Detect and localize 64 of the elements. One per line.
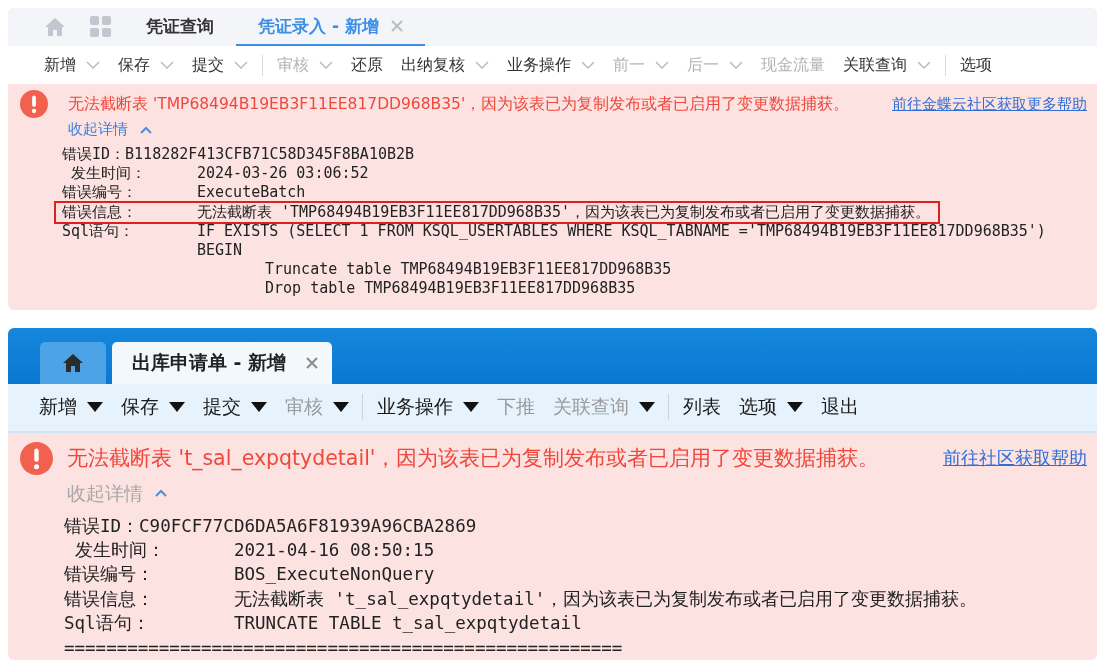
error-id-text: 错误ID：B118282F413CFB71C58D345F8BA10B2B <box>62 145 415 165</box>
toolbar-button[interactable]: 新增 <box>36 54 108 76</box>
detail-value: BOS_ExecuteNonQuery <box>234 563 435 587</box>
chevron-up-icon <box>140 125 152 134</box>
toolbar-button[interactable]: 提交 <box>194 394 276 421</box>
detail-value: TRUNCATE TABLE t_sal_expqtydetail <box>234 612 582 636</box>
toolbar-button[interactable]: 保存 <box>112 394 194 421</box>
detail-value: ExecuteBatch <box>197 183 306 203</box>
detail-label: 错误信息： <box>62 202 138 222</box>
error-id-text: 错误ID：C90FCF77CD6DA5A6F81939A96CBA2869 <box>64 514 477 538</box>
chevron-up-icon <box>155 489 167 498</box>
detail-value: 2021-04-16 08:50:15 <box>234 538 435 562</box>
detail-label: 发生时间： <box>70 164 148 184</box>
detail-label: 发生时间： <box>73 538 166 562</box>
close-icon[interactable] <box>306 356 319 369</box>
help-link[interactable]: 前往金蝶云社区获取更多帮助 <box>892 94 1087 114</box>
grid-icon <box>90 16 112 38</box>
home-icon <box>44 17 66 37</box>
home-icon <box>62 352 84 373</box>
sql-line: BEGIN <box>197 241 244 261</box>
page-tab[interactable]: 凭证查询 <box>124 8 236 46</box>
toolbar-button[interactable]: 业务操作 <box>499 54 603 76</box>
sql-line: Drop table TMP68494B19EB3F11EE817DD968B35 <box>265 279 637 299</box>
detail-value: 无法截断表 'TMP68494B19EB3F11EE817DD968B35'，因为该表已为复制发布或者已启用了变更数据捕获。 <box>197 202 930 222</box>
toolbar-button[interactable]: 退出 <box>812 394 868 421</box>
page-tab[interactable]: 出库申请单 - 新增 <box>112 341 333 384</box>
detail-label: 错误信息： <box>64 587 155 611</box>
chevron-down-icon[interactable] <box>917 61 931 69</box>
toolbar-button[interactable]: 出纳复核 <box>393 54 497 76</box>
toolbar-button[interactable]: 还原 <box>343 54 391 76</box>
sql-line: Truncate table TMP68494B19EB3F11EE817DD968B35 <box>265 260 673 280</box>
detail-label: 错误编号： <box>62 183 138 203</box>
chevron-down-icon[interactable] <box>160 61 174 69</box>
chevron-down-icon[interactable] <box>234 61 248 69</box>
toolbar-button[interactable]: 选项 <box>945 54 1000 76</box>
caret-icon[interactable] <box>87 402 103 413</box>
chevron-down-icon[interactable] <box>86 61 100 69</box>
error-message: 无法截断表 't_sal_expqtydetail'，因为该表已为复制发布或者已启用了变更数据捕获。 <box>67 445 880 473</box>
help-link[interactable]: 前往社区获取帮助 <box>943 446 1087 471</box>
toolbar-button[interactable]: 提交 <box>184 54 256 76</box>
detail-label: 错误编号： <box>64 563 155 587</box>
caret-icon[interactable] <box>787 402 803 413</box>
toolbar-button[interactable]: 关联查询 <box>835 54 939 76</box>
caret-icon[interactable] <box>251 402 267 413</box>
detail-label: Sql语句： <box>62 221 136 241</box>
caret-icon[interactable] <box>463 402 479 413</box>
home-tab[interactable] <box>40 341 106 384</box>
alert-icon <box>20 90 48 118</box>
detail-value: IF EXISTS (SELECT 1 FROM KSQL_USERTABLES WHERE KSQL_TABNAME ='TMP68494B19EB3F11EE817DD968B35') <box>197 221 1046 241</box>
toolbar-button[interactable]: 选项 <box>730 394 812 421</box>
chevron-down-icon[interactable] <box>475 61 489 69</box>
separator-text: ===================================================== <box>64 636 623 660</box>
alert-icon <box>20 441 53 475</box>
detail-value: 无法截断表 't_sal_expqtydetail'，因为该表已为复制发布或者已启用了变更数据捕获。 <box>234 587 978 611</box>
toolbar-button[interactable]: 保存 <box>110 54 182 76</box>
caret-icon[interactable] <box>169 402 185 413</box>
toolbar-button[interactable]: 新增 <box>30 394 112 421</box>
close-icon[interactable] <box>390 20 403 32</box>
toolbar-button[interactable]: 业务操作 <box>362 394 488 421</box>
chevron-down-icon[interactable] <box>581 61 595 69</box>
toolbar-button[interactable]: 列表 <box>668 394 730 421</box>
detail-label: Sql语句： <box>64 612 151 636</box>
detail-value: 2024-03-26 03:06:52 <box>197 164 369 184</box>
error-message: 无法截断表 'TMP68494B19EB3F11EE817DD968B35'，因为该表已为复制发布或者已启用了变更数据捕获。 <box>68 93 850 115</box>
